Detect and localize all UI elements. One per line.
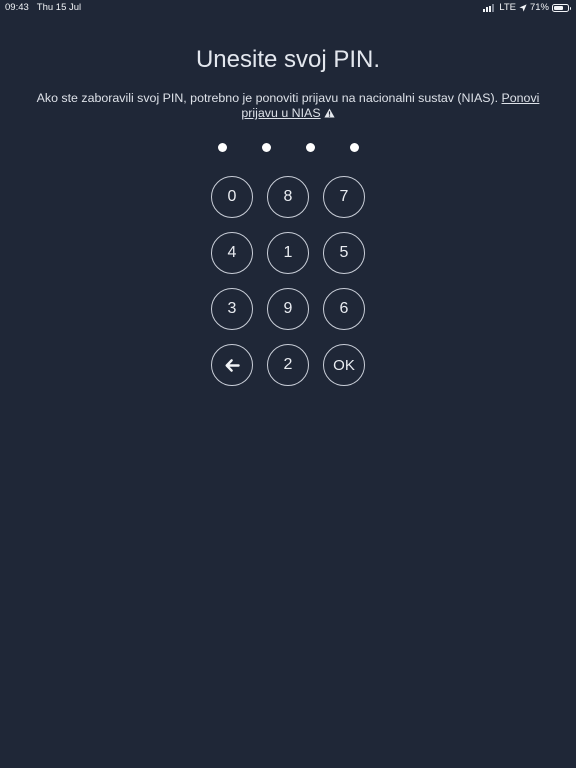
warning-icon (324, 107, 335, 122)
digit-key-3[interactable]: 3 (211, 288, 253, 330)
location-arrow-icon (519, 3, 527, 12)
pin-dot (349, 143, 359, 152)
pin-indicator (0, 143, 576, 153)
page-title: Unesite svoj PIN. (195, 46, 381, 73)
digit-key-2[interactable]: 2 (267, 344, 309, 386)
digit-key-4[interactable]: 4 (211, 232, 253, 274)
digit-key-0[interactable]: 0 (211, 176, 253, 218)
status-right: LTE 71% (483, 2, 571, 13)
digit-key-7[interactable]: 7 (323, 176, 365, 218)
status-bar: 09:43 Thu 15 Jul LTE 71% (0, 0, 576, 16)
pin-dot (261, 143, 271, 152)
digit-key-1[interactable]: 1 (267, 232, 309, 274)
pin-keypad: 0 8 7 4 1 5 3 9 6 2 OK (211, 176, 365, 386)
forgot-pin-message: Ako ste zaboravili svoj PIN, potrebno je… (26, 91, 550, 122)
status-time: 09:43 (5, 2, 29, 13)
status-left: 09:43 Thu 15 Jul (5, 2, 81, 13)
network-type: LTE (499, 2, 516, 13)
digit-key-5[interactable]: 5 (323, 232, 365, 274)
arrow-left-icon (225, 358, 240, 372)
pin-dot (217, 143, 227, 152)
backspace-button[interactable] (211, 344, 253, 386)
battery-icon (552, 3, 571, 12)
forgot-pin-text: Ako ste zaboravili svoj PIN, potrebno je… (36, 91, 502, 105)
digit-key-9[interactable]: 9 (267, 288, 309, 330)
ok-button[interactable]: OK (323, 344, 365, 386)
digit-key-8[interactable]: 8 (267, 176, 309, 218)
digit-key-6[interactable]: 6 (323, 288, 365, 330)
pin-dot (305, 143, 315, 152)
cellular-signal-icon (483, 3, 495, 12)
battery-percentage: 71% (529, 2, 549, 13)
status-date: Thu 15 Jul (36, 2, 82, 13)
